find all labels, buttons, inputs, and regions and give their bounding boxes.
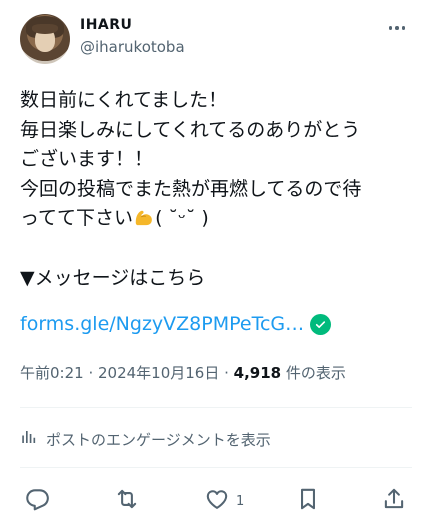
tweet-meta: 午前0:21 · 2024年10月16日 · 4,918 件の表示 bbox=[20, 362, 346, 383]
tweet-text: 数日前にくれてました！ 毎日楽しみにしてくれてるのありがとう ございます！！ 今… bbox=[20, 86, 410, 293]
repost-icon bbox=[114, 486, 140, 516]
views-count: 4,918 bbox=[233, 364, 282, 382]
external-link[interactable]: forms.gle/NgzyVZ8PMPeTcG… bbox=[20, 313, 304, 335]
views-label: 件の表示 bbox=[281, 364, 346, 382]
check-circle-icon bbox=[310, 313, 332, 335]
tweet-line: ▼メッセージはこちら bbox=[20, 266, 206, 289]
tweet-link-row: forms.gle/NgzyVZ8PMPeTcG… bbox=[20, 313, 332, 335]
divider bbox=[20, 407, 412, 408]
avatar[interactable] bbox=[20, 14, 70, 64]
avatar-fringe bbox=[32, 24, 58, 34]
flexed-biceps-icon bbox=[133, 205, 155, 237]
tweet-line: 毎日楽しみにしてくれてるのありがとう bbox=[20, 118, 361, 141]
tweet-header: IHARU @iharukotoba bbox=[20, 14, 412, 66]
user-handle[interactable]: @iharukotoba bbox=[80, 38, 185, 56]
heart-icon bbox=[204, 486, 230, 516]
tweet-line: 数日前にくれてました！ bbox=[20, 89, 228, 111]
bookmark-icon bbox=[295, 486, 321, 516]
reply-button[interactable] bbox=[25, 484, 51, 518]
tweet-line-text: ってて下さい bbox=[20, 207, 134, 230]
analytics-icon bbox=[20, 428, 38, 450]
bookmark-button[interactable] bbox=[295, 484, 321, 518]
tweet-time[interactable]: 午前0:21 bbox=[20, 364, 84, 382]
meta-separator: · bbox=[83, 364, 98, 382]
tweet-date[interactable]: 2024年10月16日 bbox=[98, 364, 219, 382]
reply-icon bbox=[25, 486, 51, 516]
action-bar: 1 bbox=[0, 484, 426, 518]
share-icon bbox=[381, 486, 407, 516]
engagement-label: ポストのエンゲージメントを表示 bbox=[46, 430, 271, 449]
meta-separator: · bbox=[219, 364, 234, 382]
display-name[interactable]: IHARU bbox=[80, 17, 132, 33]
divider bbox=[20, 467, 412, 468]
like-count: 1 bbox=[236, 493, 245, 509]
tweet-line: ございます！！ bbox=[20, 148, 154, 171]
more-options-icon[interactable] bbox=[384, 18, 410, 38]
kaomoji: ( ˘ᵕ˘ ) bbox=[155, 207, 209, 230]
like-button[interactable]: 1 bbox=[204, 484, 244, 518]
tweet-line: 今回の投稿でまた熱が再燃してるので待 bbox=[20, 177, 362, 200]
tweet-line-with-emoji: ってて下さい ( ˘ᵕ˘ ) bbox=[20, 204, 410, 234]
share-button[interactable] bbox=[381, 484, 407, 518]
view-engagements-link[interactable]: ポストのエンゲージメントを表示 bbox=[20, 428, 271, 450]
repost-button[interactable] bbox=[114, 484, 140, 518]
